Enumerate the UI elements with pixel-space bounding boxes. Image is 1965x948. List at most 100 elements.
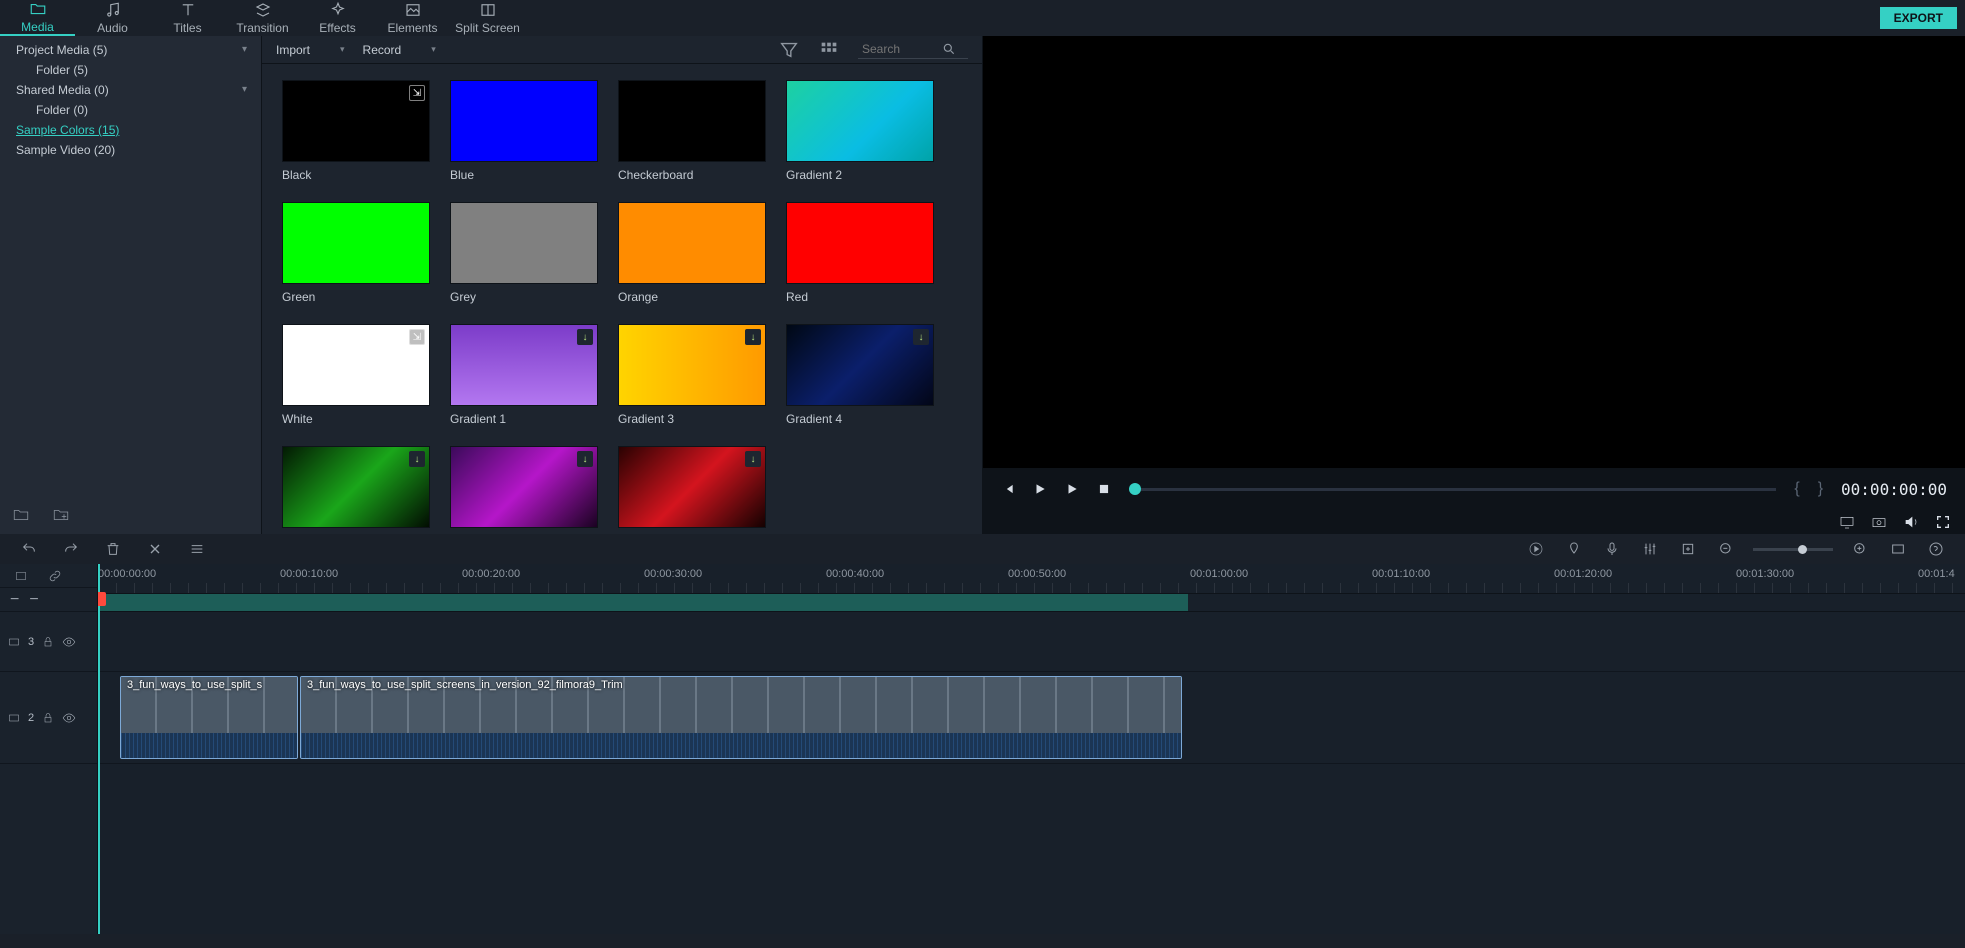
search-input[interactable] — [862, 42, 942, 56]
tree-sample-colors[interactable]: Sample Colors (15) — [0, 120, 261, 140]
download-icon[interactable]: ↓ — [577, 451, 593, 467]
tree-project-media[interactable]: Project Media (5)▾ — [0, 40, 261, 60]
swatch-blue[interactable]: Blue — [450, 80, 598, 182]
adjust-button[interactable] — [186, 538, 208, 560]
video-track-3[interactable] — [98, 612, 1965, 672]
new-folder-plus-button[interactable] — [50, 504, 72, 526]
swatch-orange[interactable]: Orange — [618, 202, 766, 304]
track-3-header[interactable]: 3 — [0, 612, 97, 672]
swatch-checkerboard[interactable]: Checkerboard — [618, 80, 766, 182]
delete-button[interactable] — [102, 538, 124, 560]
transition-icon — [254, 1, 272, 19]
tab-splitscreen[interactable]: Split Screen — [450, 0, 525, 36]
swatch-gradient-6[interactable]: ↓Gradient 6 — [450, 446, 598, 534]
zoom-slider[interactable] — [1753, 548, 1833, 551]
swatch-gradient-3[interactable]: ↓Gradient 3 — [618, 324, 766, 426]
download-icon[interactable]: ↓ — [913, 329, 929, 345]
swatch-gradient-4[interactable]: ↓Gradient 4 — [786, 324, 934, 426]
video-track-2[interactable]: 3_fun_ways_to_use_split_s3_fun_ways_to_u… — [98, 672, 1965, 764]
download-icon[interactable]: ↓ — [409, 451, 425, 467]
zoom-fit-button[interactable] — [1887, 538, 1909, 560]
lock-icon[interactable] — [42, 712, 54, 724]
work-area-bar[interactable] — [98, 594, 1965, 612]
tab-effects[interactable]: Effects — [300, 0, 375, 36]
undo-button[interactable] — [18, 538, 40, 560]
playhead-marker[interactable] — [98, 592, 106, 606]
swatch-grey[interactable]: Grey — [450, 202, 598, 304]
swatch-label: White — [282, 412, 430, 426]
voiceover-button[interactable] — [1601, 538, 1623, 560]
preview-scrubber[interactable] — [1129, 488, 1776, 491]
sample-colors-grid: ⇲BlackBlueCheckerboardGradient 2 Green Gre… — [262, 64, 982, 534]
add-badge-icon[interactable]: ⇲ — [409, 329, 425, 345]
tree-shared-folder[interactable]: Folder (0) — [0, 100, 261, 120]
stop-button[interactable] — [1097, 482, 1111, 496]
media-tree: Project Media (5)▾ Folder (5) Shared Med… — [0, 36, 262, 534]
swatch-label: Green — [282, 290, 430, 304]
scrubber-playhead[interactable] — [1129, 483, 1141, 495]
preview-viewport[interactable] — [983, 36, 1965, 468]
swatch-black[interactable]: ⇲Black — [282, 80, 430, 182]
swatch-green[interactable]: Green — [282, 202, 430, 304]
image-icon — [404, 1, 422, 19]
record-dropdown[interactable]: Record▾ — [363, 43, 436, 57]
tree-shared-media[interactable]: Shared Media (0)▾ — [0, 80, 261, 100]
view-grid-button[interactable] — [818, 39, 840, 61]
tab-audio[interactable]: Audio — [75, 0, 150, 36]
swatch-white[interactable]: ⇲ White — [282, 324, 430, 426]
download-icon[interactable]: ↓ — [745, 329, 761, 345]
minus-icon[interactable]: − — [10, 591, 19, 609]
tab-elements[interactable]: Elements — [375, 0, 450, 36]
track-manage-button[interactable] — [10, 565, 32, 587]
crop-button[interactable] — [1677, 538, 1699, 560]
volume-button[interactable] — [1903, 514, 1919, 530]
link-button[interactable] — [44, 565, 66, 587]
tree-project-folder[interactable]: Folder (5) — [0, 60, 261, 80]
marker-button[interactable] — [1563, 538, 1585, 560]
zoom-in-button[interactable] — [1849, 538, 1871, 560]
minus-icon[interactable]: − — [29, 591, 38, 609]
search-input-wrap[interactable] — [858, 40, 968, 59]
track-2-header[interactable]: 2 — [0, 672, 97, 764]
eye-icon[interactable] — [62, 635, 76, 649]
zoom-slider-knob[interactable] — [1798, 545, 1807, 554]
mark-out-button[interactable]: } — [1818, 480, 1823, 498]
chevron-down-icon[interactable]: ▾ — [242, 84, 247, 95]
render-preview-button[interactable] — [1525, 538, 1547, 560]
next-frame-button[interactable] — [1065, 482, 1079, 496]
import-dropdown[interactable]: Import▾ — [276, 43, 345, 57]
lock-icon[interactable] — [42, 636, 54, 648]
add-badge-icon[interactable]: ⇲ — [409, 85, 425, 101]
swatch-gradient-5[interactable]: ↓Gradient 5 — [282, 446, 430, 534]
timeline-clip[interactable]: 3_fun_ways_to_use_split_screens_in_versi… — [300, 676, 1182, 759]
swatch-gradient-7[interactable]: ↓Gradient 7 — [618, 446, 766, 534]
playhead-line[interactable] — [98, 564, 100, 934]
filter-button[interactable] — [778, 39, 800, 61]
swatch-gradient-2[interactable]: Gradient 2 — [786, 80, 934, 182]
timeline-ruler[interactable]: 00:00:00:0000:00:10:0000:00:20:0000:00:3… — [98, 564, 1965, 594]
swatch-gradient-1[interactable]: ↓Gradient 1 — [450, 324, 598, 426]
zoom-out-button[interactable] — [1715, 538, 1737, 560]
snapshot-monitor-button[interactable] — [1839, 514, 1855, 530]
tab-transition[interactable]: Transition — [225, 0, 300, 36]
prev-frame-button[interactable] — [1001, 482, 1015, 496]
split-button[interactable] — [144, 538, 166, 560]
play-button[interactable] — [1033, 482, 1047, 496]
swatch-red[interactable]: Red — [786, 202, 934, 304]
audio-mixer-button[interactable] — [1639, 538, 1661, 560]
new-folder-button[interactable] — [10, 504, 32, 526]
snapshot-button[interactable] — [1871, 514, 1887, 530]
tab-media[interactable]: Media — [0, 0, 75, 36]
chevron-down-icon[interactable]: ▾ — [242, 44, 247, 55]
export-button[interactable]: EXPORT — [1880, 7, 1957, 29]
download-icon[interactable]: ↓ — [577, 329, 593, 345]
help-button[interactable] — [1925, 538, 1947, 560]
download-icon[interactable]: ↓ — [745, 451, 761, 467]
mark-in-button[interactable]: { — [1794, 480, 1799, 498]
tab-titles[interactable]: Titles — [150, 0, 225, 36]
timeline-clip[interactable]: 3_fun_ways_to_use_split_s — [120, 676, 298, 759]
tree-sample-video[interactable]: Sample Video (20) — [0, 140, 261, 160]
eye-icon[interactable] — [62, 711, 76, 725]
fullscreen-button[interactable] — [1935, 514, 1951, 530]
redo-button[interactable] — [60, 538, 82, 560]
